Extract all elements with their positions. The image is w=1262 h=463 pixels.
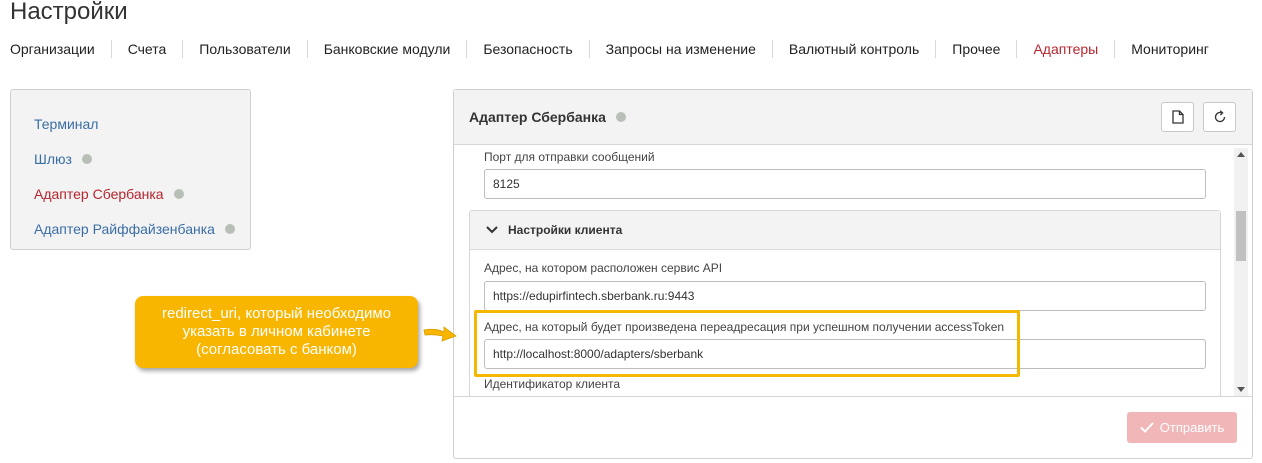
scroll-thumb[interactable]	[1236, 211, 1246, 261]
port-input[interactable]: 8125	[484, 169, 1206, 199]
submit-label: Отправить	[1159, 420, 1225, 435]
chevron-down-icon	[486, 226, 498, 234]
tab-accounts[interactable]: Счета	[110, 40, 183, 58]
api-address-input[interactable]: https://edupirfintech.sberbank.ru:9443	[484, 281, 1206, 311]
tab-adapters[interactable]: Адаптеры	[1016, 40, 1114, 58]
sidebar-item-gateway[interactable]: Шлюз	[11, 141, 250, 176]
client-settings-header[interactable]: Настройки клиента	[470, 211, 1220, 250]
annotation-callout: redirect_uri, который необходимо указать…	[135, 296, 418, 368]
file-button[interactable]	[1161, 102, 1194, 132]
tab-change-requests[interactable]: Запросы на изменение	[588, 40, 772, 58]
panel-title: Адаптер Сбербанка	[469, 109, 606, 125]
status-dot	[173, 188, 184, 199]
tab-monitoring[interactable]: Мониторинг	[1114, 40, 1225, 58]
refresh-icon	[1214, 110, 1225, 123]
tab-users[interactable]: Пользователи	[182, 40, 306, 58]
client-id-label: Идентификатор клиента	[484, 377, 621, 391]
sidebar-item-label: Шлюз	[34, 150, 72, 167]
sidebar-item-terminal[interactable]: Терминал	[11, 106, 250, 141]
sidebar-item-label: Адаптер Райффайзенбанка	[34, 220, 215, 237]
section-title: Настройки клиента	[508, 223, 623, 237]
sidebar-item-label: Адаптер Сбербанка	[34, 185, 164, 202]
redirect-highlight-frame	[474, 310, 1020, 377]
refresh-button[interactable]	[1203, 102, 1236, 132]
tab-currency-control[interactable]: Валютный контроль	[771, 40, 935, 58]
panel-header: Адаптер Сбербанка	[454, 90, 1252, 145]
file-icon	[1171, 110, 1184, 124]
status-dot	[81, 153, 92, 164]
adapters-sidebar: Терминал Шлюз Адаптер Сбербанка Адаптер …	[10, 89, 251, 250]
scroll-up-arrow-icon[interactable]	[1237, 152, 1245, 157]
settings-tabs: Организации Счета Пользователи Банковски…	[0, 40, 1225, 58]
adapter-panel: Адаптер Сбербанка Порт для отправки сооб…	[453, 89, 1253, 459]
divider	[454, 396, 1252, 397]
submit-button[interactable]: Отправить	[1127, 412, 1237, 443]
tab-other[interactable]: Прочее	[935, 40, 1016, 58]
sidebar-item-raiffeisen-adapter[interactable]: Адаптер Райффайзенбанка	[11, 211, 250, 246]
scroll-down-arrow-icon[interactable]	[1237, 387, 1245, 392]
sidebar-item-sberbank-adapter[interactable]: Адаптер Сбербанка	[11, 176, 250, 211]
scrollbar[interactable]	[1234, 148, 1248, 396]
tab-security[interactable]: Безопасность	[466, 40, 588, 58]
check-icon	[1140, 422, 1154, 433]
tab-bank-modules[interactable]: Банковские модули	[306, 40, 467, 58]
port-label: Порт для отправки сообщений	[484, 150, 655, 164]
callout-arrow-icon	[423, 326, 457, 342]
status-dot	[615, 112, 626, 122]
tab-organizations[interactable]: Организации	[0, 40, 111, 58]
sidebar-item-label: Терминал	[34, 115, 99, 132]
api-address-label: Адрес, на котором расположен сервис API	[484, 261, 723, 275]
status-dot	[224, 223, 235, 234]
page-title: Настройки	[10, 0, 128, 25]
